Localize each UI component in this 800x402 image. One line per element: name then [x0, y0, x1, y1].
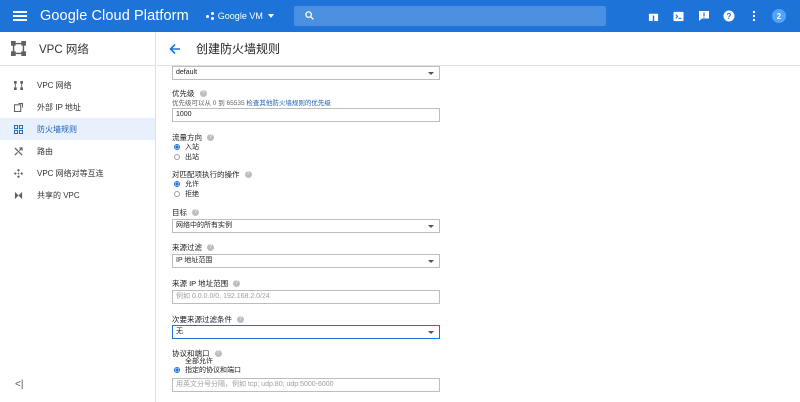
source-filter-select[interactable]: IP 地址范围 [172, 254, 440, 268]
routes-icon [13, 146, 23, 156]
source-filter-label-row: 来源过滤 ? [172, 242, 440, 253]
source-ip-input[interactable]: 例如 0.0.0.0/0, 192.168.2.0/24 [172, 290, 440, 304]
radio-label: 指定的协议和端口 [185, 366, 241, 374]
search-input[interactable] [294, 6, 606, 26]
protocols-ports-input[interactable]: 用英文分号分隔，例如 tcp; udp:80; udp:5000-6000 [172, 378, 440, 392]
peering-icon [13, 168, 23, 178]
dropdown-arrow-icon [428, 331, 434, 334]
sidebar-item-routes[interactable]: 路由 [0, 140, 155, 162]
hamburger-menu-icon[interactable] [13, 11, 27, 21]
priority-check-link[interactable]: 检查其他防火墙规则的优先级 [246, 100, 331, 107]
top-app-bar: Google Cloud Platform Google VM ? 2 [0, 0, 800, 32]
chevron-down-icon [267, 14, 274, 18]
source-ip-label-row: 来源 IP 地址范围 ? [172, 278, 440, 289]
help-circle-icon[interactable]: ? [237, 316, 244, 323]
help-circle-icon[interactable]: ? [207, 244, 214, 251]
protocols-radio-specified[interactable]: 指定的协议和端口 [172, 365, 440, 374]
external-ip-icon [13, 102, 23, 112]
source-filter-label: 来源过滤 [172, 243, 202, 252]
dropdown-arrow-icon [428, 260, 434, 263]
target-label: 目标 [172, 208, 187, 217]
secondary-filter-label-row: 次要来源过滤条件 ? [172, 314, 440, 325]
project-selector[interactable]: Google VM [205, 11, 274, 21]
sidebar-item-vpc-peering[interactable]: VPC 网络对等互连 [0, 162, 155, 184]
radio-selected-icon [174, 143, 180, 150]
radio-label: 出站 [185, 153, 199, 161]
priority-hint-text: 优先级可以从 0 到 65535 [172, 100, 245, 107]
collapse-sidebar-icon[interactable]: <| [15, 379, 23, 390]
source-filter-value: IP 地址范围 [176, 257, 213, 264]
radio-selected-icon [174, 180, 180, 187]
help-circle-icon[interactable]: ? [207, 134, 214, 141]
sidebar-item-shared-vpc[interactable]: 共享的 VPC [0, 184, 155, 206]
help-icon[interactable]: ? [722, 10, 735, 23]
vpc-network-icon [13, 80, 23, 90]
back-arrow-icon[interactable] [169, 42, 183, 56]
vpc-logo-icon [11, 41, 26, 56]
shared-vpc-icon [13, 190, 23, 200]
sidebar-item-external-ip[interactable]: 外部 IP 地址 [0, 96, 155, 118]
account-avatar[interactable]: 2 [772, 9, 786, 23]
source-ip-label: 来源 IP 地址范围 [172, 279, 229, 288]
sidebar-item-firewall-rules[interactable]: 防火墙规则 [0, 118, 155, 140]
action-radio-allow[interactable]: 允许 [172, 179, 440, 188]
dropdown-arrow-icon [428, 72, 434, 75]
action-radio-deny[interactable]: 拒绝 [172, 189, 440, 198]
project-dots-icon [205, 12, 214, 20]
sidebar: VPC 网络 VPC 网络 外部 IP 地址 防火墙规则 路由 VPC 网络对等… [0, 32, 156, 402]
sidebar-item-label: VPC 网络对等互连 [37, 168, 104, 178]
secondary-filter-label: 次要来源过滤条件 [172, 315, 232, 324]
secondary-filter-value: 无 [176, 328, 183, 335]
notification-alert-icon[interactable] [697, 10, 710, 23]
sidebar-item-label: 外部 IP 地址 [37, 102, 81, 112]
page-header: 创建防火墙规则 [157, 32, 800, 66]
direction-radio-egress[interactable]: 出站 [172, 152, 440, 161]
network-select[interactable]: default [172, 66, 440, 80]
priority-hint: 优先级可以从 0 到 65535 检查其他防火墙规则的优先级 [172, 97, 440, 107]
radio-label: 拒绝 [185, 190, 199, 198]
help-circle-icon[interactable]: ? [233, 280, 241, 287]
radio-unselected-icon [174, 153, 180, 160]
svg-text:?: ? [726, 12, 731, 21]
brand-title[interactable]: Google Cloud Platform [40, 8, 189, 24]
page-title: 创建防火墙规则 [196, 42, 281, 56]
radio-label: 允许 [185, 180, 199, 188]
priority-input[interactable]: 1000 [172, 108, 440, 122]
network-select-value: default [176, 69, 198, 76]
direction-radio-ingress[interactable]: 入站 [172, 142, 440, 151]
search-icon [305, 11, 314, 20]
sidebar-item-label: 共享的 VPC [37, 190, 80, 200]
sidebar-title: VPC 网络 [39, 43, 89, 56]
radio-label: 入站 [185, 143, 199, 151]
sidebar-item-label: 防火墙规则 [37, 124, 77, 134]
sidebar-item-label: 路由 [37, 146, 53, 156]
dropdown-arrow-icon [428, 225, 434, 228]
sidebar-header: VPC 网络 [0, 32, 155, 66]
target-label-row: 目标 ? [172, 207, 440, 218]
gift-icon[interactable] [647, 10, 660, 23]
target-select-value: 网络中的所有实例 [176, 222, 232, 229]
firewall-grid-icon [13, 124, 23, 134]
radio-unselected-icon [174, 190, 180, 197]
help-circle-icon[interactable]: ? [192, 209, 199, 216]
target-select[interactable]: 网络中的所有实例 [172, 219, 440, 233]
more-vert-icon[interactable] [747, 10, 760, 23]
help-circle-icon[interactable]: ? [244, 171, 252, 178]
cloud-shell-icon[interactable] [672, 10, 685, 23]
main-content: 创建防火墙规则 default 优先级 ? 优先级可以从 0 到 65535 检… [157, 32, 800, 402]
help-circle-icon[interactable]: ? [199, 90, 207, 97]
sidebar-item-vpc-networks[interactable]: VPC 网络 [0, 74, 155, 96]
radio-selected-icon [174, 366, 180, 373]
sidebar-item-label: VPC 网络 [37, 80, 72, 90]
project-name: Google VM [217, 11, 263, 21]
secondary-filter-select[interactable]: 无 [172, 325, 440, 339]
sidebar-nav: VPC 网络 外部 IP 地址 防火墙规则 路由 VPC 网络对等互连 共享的 … [0, 74, 155, 206]
